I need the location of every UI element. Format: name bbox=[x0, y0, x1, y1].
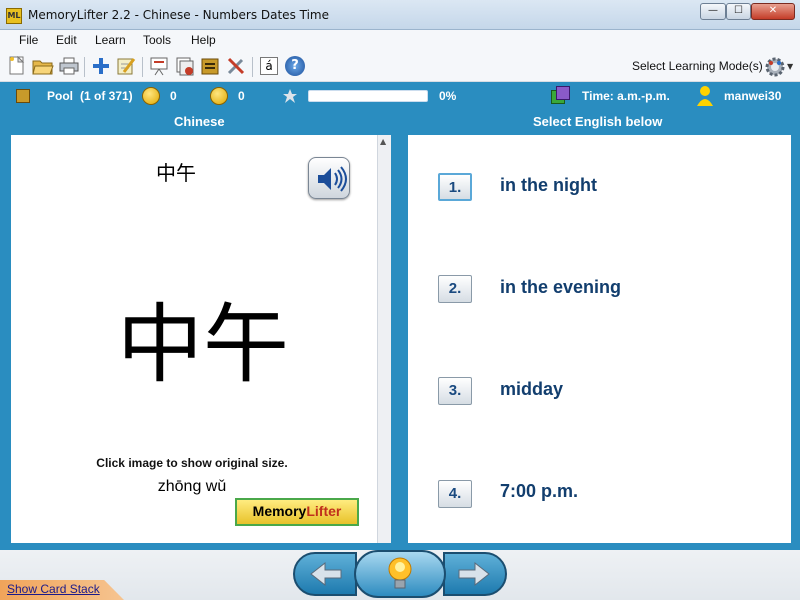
user-name: manwei30 bbox=[724, 89, 782, 103]
arrow-left-icon bbox=[310, 561, 342, 587]
toolbar-separator bbox=[84, 57, 85, 77]
correct-count: 0 bbox=[170, 89, 177, 103]
answer-4-button[interactable]: 4. bbox=[438, 480, 472, 508]
question-image[interactable]: 中午 bbox=[117, 295, 289, 395]
character-icon[interactable]: á bbox=[258, 55, 280, 77]
answer-3-button[interactable]: 3. bbox=[438, 377, 472, 405]
happy-face-icon bbox=[142, 87, 160, 105]
chevron-down-icon[interactable]: ▼ bbox=[787, 62, 793, 71]
star-icon bbox=[283, 89, 297, 103]
play-audio-button[interactable] bbox=[308, 157, 350, 199]
answer-panel: 1. in the night 2. in the evening 3. mid… bbox=[408, 135, 791, 543]
previous-button[interactable] bbox=[293, 552, 357, 596]
help-icon[interactable]: ? bbox=[284, 55, 306, 77]
pool-count: (1 of 371) bbox=[80, 89, 133, 103]
app-icon: ML bbox=[6, 8, 22, 24]
question-scrollbar[interactable]: ▲ bbox=[377, 135, 391, 543]
menu-bar: File Edit Learn Tools Help bbox=[0, 30, 800, 52]
edit-icon[interactable] bbox=[115, 55, 137, 77]
question-header: Chinese bbox=[174, 114, 225, 129]
toolbar-separator bbox=[252, 57, 253, 77]
answer-1-button[interactable]: 1. bbox=[438, 173, 472, 201]
menu-help[interactable]: Help bbox=[191, 33, 216, 47]
maximize-button[interactable]: ☐ bbox=[726, 3, 751, 20]
gear-icon[interactable] bbox=[764, 56, 786, 78]
menu-edit[interactable]: Edit bbox=[56, 33, 77, 47]
pinyin-text: zhōng wǔ bbox=[157, 478, 227, 495]
answer-3-text[interactable]: midday bbox=[500, 379, 563, 400]
progress-bar bbox=[308, 90, 428, 102]
card-stack-icon[interactable] bbox=[174, 55, 196, 77]
add-card-icon[interactable] bbox=[90, 55, 112, 77]
print-icon[interactable] bbox=[58, 55, 80, 77]
answer-header: Select English below bbox=[533, 114, 663, 129]
pool-icon bbox=[16, 89, 30, 103]
question-panel: 中午 中午 Click image to show original size.… bbox=[11, 135, 377, 543]
menu-tools[interactable]: Tools bbox=[143, 33, 171, 47]
minimize-button[interactable]: — bbox=[700, 3, 726, 20]
answer-1-text[interactable]: in the night bbox=[500, 175, 597, 196]
status-bar: Pool (1 of 371) 0 0 0% Time: a.m.-p.m. m… bbox=[0, 82, 800, 110]
title-bar: ML MemoryLifter 2.2 - Chinese - Numbers … bbox=[0, 0, 800, 30]
lightbulb-icon bbox=[388, 557, 412, 589]
open-folder-icon[interactable] bbox=[32, 55, 54, 77]
wrong-count: 0 bbox=[238, 89, 245, 103]
answer-4-text[interactable]: 7:00 p.m. bbox=[500, 481, 578, 502]
show-card-stack-tab[interactable]: Show Card Stack bbox=[0, 580, 124, 600]
scroll-up-arrow[interactable]: ▲ bbox=[380, 137, 386, 146]
hint-button[interactable] bbox=[354, 550, 446, 598]
arrow-right-icon bbox=[458, 561, 490, 587]
question-word: 中午 bbox=[156, 161, 196, 185]
navigation-bar bbox=[0, 550, 800, 600]
chapter-icon bbox=[551, 86, 571, 106]
window-title: MemoryLifter 2.2 - Chinese - Numbers Dat… bbox=[28, 8, 330, 22]
memorylifter-logo: MemoryLifter bbox=[235, 498, 359, 526]
tools-icon[interactable] bbox=[225, 55, 247, 77]
speaker-icon bbox=[318, 166, 347, 192]
progress-text: 0% bbox=[439, 89, 457, 103]
new-document-icon[interactable] bbox=[6, 55, 28, 77]
menu-learn[interactable]: Learn bbox=[95, 33, 126, 47]
box-icon[interactable] bbox=[199, 55, 221, 77]
close-button[interactable]: ✕ bbox=[751, 3, 795, 20]
user-icon bbox=[697, 86, 713, 106]
answer-2-text[interactable]: in the evening bbox=[500, 277, 621, 298]
menu-file[interactable]: File bbox=[19, 33, 38, 47]
toolbar-separator bbox=[142, 57, 143, 77]
learning-mode-label[interactable]: Select Learning Mode(s) bbox=[632, 59, 763, 73]
chapter-name: Time: a.m.-p.m. bbox=[582, 89, 670, 103]
main-area: Chinese Select English below 中午 中午 Click… bbox=[0, 110, 800, 550]
pool-label: Pool bbox=[47, 89, 73, 103]
answer-2-button[interactable]: 2. bbox=[438, 275, 472, 303]
next-button[interactable] bbox=[443, 552, 507, 596]
show-card-stack-link[interactable]: Show Card Stack bbox=[7, 582, 100, 596]
presentation-icon[interactable] bbox=[148, 55, 170, 77]
image-caption: Click image to show original size. bbox=[96, 456, 288, 470]
sad-face-icon bbox=[210, 87, 228, 105]
